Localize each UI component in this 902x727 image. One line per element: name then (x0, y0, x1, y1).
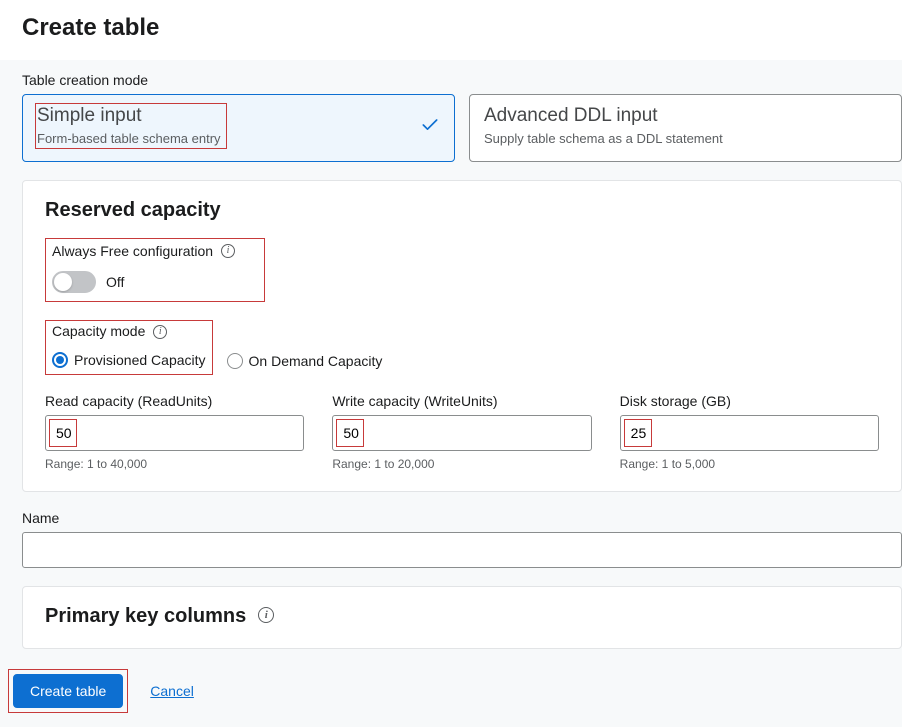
radio-icon (52, 352, 68, 368)
name-label: Name (22, 510, 59, 526)
cancel-link[interactable]: Cancel (150, 683, 194, 699)
create-table-button[interactable]: Create table (13, 674, 123, 708)
radio-provisioned-capacity[interactable]: Provisioned Capacity (52, 352, 206, 368)
radio-label: On Demand Capacity (249, 353, 383, 369)
read-capacity-col: Read capacity (ReadUnits) Range: 1 to 40… (45, 393, 304, 471)
primary-key-panel: Primary key columns i (22, 586, 902, 649)
reserved-capacity-panel: Reserved capacity Always Free configurat… (22, 180, 902, 492)
capacity-mode-row: Capacity mode i Provisioned Capacity On … (45, 320, 879, 374)
write-capacity-label: Write capacity (WriteUnits) (332, 393, 591, 409)
disk-storage-input[interactable] (620, 415, 879, 451)
mode-card-title: Simple input (37, 105, 440, 127)
mode-card-title: Advanced DDL input (484, 105, 887, 127)
mode-card-advanced-ddl[interactable]: Advanced DDL input Supply table schema a… (469, 94, 902, 162)
page-title: Create table (22, 14, 880, 42)
info-icon[interactable]: i (258, 607, 274, 623)
read-capacity-input[interactable] (45, 415, 304, 451)
actions-row: Create table Cancel (8, 669, 902, 727)
mode-card-desc: Supply table schema as a DDL statement (484, 131, 887, 146)
disk-storage-label: Disk storage (GB) (620, 393, 879, 409)
always-free-row: Always Free configuration i Off (45, 238, 879, 302)
always-free-state: Off (106, 274, 124, 290)
capacity-mode-label: Capacity mode i (52, 323, 167, 339)
mode-card-simple-input[interactable]: Simple input Form-based table schema ent… (22, 94, 455, 162)
disk-storage-range: Range: 1 to 5,000 (620, 457, 879, 471)
radio-label: Provisioned Capacity (74, 352, 206, 368)
creation-mode-label: Table creation mode (22, 72, 148, 88)
read-capacity-range: Range: 1 to 40,000 (45, 457, 304, 471)
reserved-capacity-heading: Reserved capacity (45, 199, 879, 222)
page-header: Create table (0, 0, 902, 60)
content-area: Table creation mode Simple input Form-ba… (0, 60, 902, 727)
mode-card-desc: Form-based table schema entry (37, 131, 440, 146)
radio-on-demand-capacity[interactable]: On Demand Capacity (227, 353, 383, 369)
name-section: Name (22, 510, 902, 568)
write-capacity-range: Range: 1 to 20,000 (332, 457, 591, 471)
checkmark-icon (420, 115, 440, 141)
radio-icon (227, 353, 243, 369)
info-icon[interactable]: i (153, 325, 167, 339)
toggle-knob (54, 273, 72, 291)
info-icon[interactable]: i (221, 244, 235, 258)
name-input[interactable] (22, 532, 902, 568)
primary-key-heading: Primary key columns i (45, 605, 879, 628)
capacity-grid: Read capacity (ReadUnits) Range: 1 to 40… (45, 393, 879, 471)
creation-mode-cards: Simple input Form-based table schema ent… (22, 94, 902, 162)
read-capacity-label: Read capacity (ReadUnits) (45, 393, 304, 409)
always-free-toggle[interactable] (52, 271, 96, 293)
disk-storage-col: Disk storage (GB) Range: 1 to 5,000 (620, 393, 879, 471)
write-capacity-input[interactable] (332, 415, 591, 451)
creation-mode-group: Table creation mode Simple input Form-ba… (22, 72, 902, 162)
write-capacity-col: Write capacity (WriteUnits) Range: 1 to … (332, 393, 591, 471)
always-free-label: Always Free configuration i (52, 243, 235, 259)
